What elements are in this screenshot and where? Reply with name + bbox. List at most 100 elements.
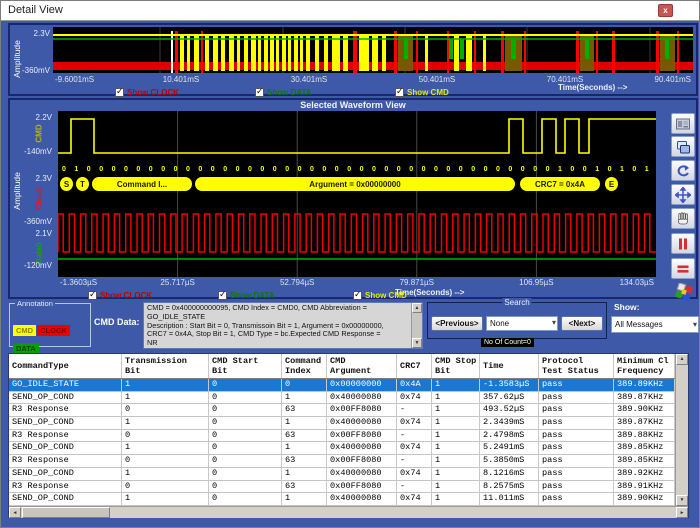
bit-label: 1: [595, 166, 599, 173]
pause-cursors-button[interactable]: [671, 233, 695, 254]
signal-pulse: [229, 35, 234, 71]
table-cell: 0: [282, 379, 327, 391]
header-cell[interactable]: CommandIndex: [282, 354, 327, 378]
legend-swatch-clock: CLOCK: [37, 325, 70, 336]
header-line2: Frequency: [617, 366, 674, 376]
selected-waveform-plot[interactable]: 0100000000000000000000000000000000000000…: [58, 111, 656, 277]
table-cell: 0: [209, 379, 282, 391]
bit-label: 0: [186, 166, 190, 173]
pan-hand-button[interactable]: [671, 208, 695, 229]
scroll-down-button[interactable]: ▼: [412, 338, 422, 348]
table-row[interactable]: SEND_OP_COND1010x400000800x741357.62µSpa…: [9, 392, 675, 405]
scroll-right-button[interactable]: ►: [676, 507, 688, 518]
previous-button[interactable]: <Previous>: [431, 316, 483, 331]
header-cell[interactable]: CMDArgument: [327, 354, 397, 378]
table-row[interactable]: SEND_OP_COND1010x400000800x7415.2491mSpa…: [9, 442, 675, 455]
table-cell: 0: [209, 404, 282, 416]
table-row[interactable]: R3 Response00630x00FF8080-1493.52µSpass3…: [9, 404, 675, 417]
table-cell: 389.89KHz: [614, 379, 675, 391]
cmd-data-scrollbar[interactable]: ▲ ▼: [411, 303, 422, 348]
table-cell: 1: [122, 392, 209, 404]
bit-label: 0: [608, 166, 612, 173]
table-cell: 1: [122, 468, 209, 480]
checkbox-box[interactable]: ✓: [255, 88, 264, 97]
scroll-up-button[interactable]: ▲: [676, 354, 688, 365]
header-cell[interactable]: Minimum ClFrequency: [614, 354, 675, 378]
move-button[interactable]: [671, 184, 695, 205]
bit-label: 0: [298, 166, 302, 173]
table-cell: 389.88KHz: [614, 430, 675, 442]
table-row[interactable]: GO_IDLE_STATE1000x000000000x4A1-1.3583µS…: [9, 379, 675, 392]
signal-pulse: [306, 35, 310, 71]
search-filter-dropdown[interactable]: None ▾: [486, 316, 558, 331]
cmd-data-textbox[interactable]: CMD = 0x400000000095, CMD Index = CMD0, …: [143, 302, 423, 349]
close-button[interactable]: x: [658, 4, 673, 17]
header-cell[interactable]: CMD StartBit: [209, 354, 282, 378]
header-cell[interactable]: ProtocolTest Status: [539, 354, 614, 378]
header-cell[interactable]: CMD StopBit: [432, 354, 480, 378]
scroll-down-button[interactable]: ▼: [676, 495, 688, 506]
signal-pulse: [524, 31, 526, 73]
table-row[interactable]: R3 Response00630x00FF8080-15.3850mSpass3…: [9, 455, 675, 468]
header-cell[interactable]: Time: [480, 354, 539, 378]
horizontal-scrollbar[interactable]: ◄ ►: [9, 506, 688, 518]
checkbox-label: Show CMD: [365, 291, 407, 300]
signal-pulse: [332, 35, 340, 71]
signal-pulse: [596, 31, 598, 73]
header-line1: Time: [483, 361, 538, 371]
bit-label: 1: [558, 166, 562, 173]
signal-pulse: [483, 35, 486, 71]
table-row[interactable]: R3 Response00630x00FF8080-12.4798mSpass3…: [9, 430, 675, 443]
table-cell: 63: [282, 430, 327, 442]
show-messages-dropdown[interactable]: All Messages ▾: [611, 316, 699, 333]
table-cell: 0: [209, 430, 282, 442]
checkbox-box[interactable]: ✓: [218, 291, 227, 300]
bit-label: 1: [645, 166, 649, 173]
checkbox-box[interactable]: ✓: [88, 291, 97, 300]
header-cell[interactable]: TransmissionBit: [122, 354, 209, 378]
bit-label: 0: [236, 166, 240, 173]
table-row[interactable]: SEND_OP_COND1010x400000800x7418.1216mSpa…: [9, 468, 675, 481]
table-cell: 5.3850mS: [480, 455, 539, 467]
table-cell: pass: [539, 392, 614, 404]
bit-label: 0: [521, 166, 525, 173]
table-row[interactable]: R3 Response00630x00FF8080-18.2575mSpass3…: [9, 481, 675, 494]
bit-label: 0: [459, 166, 463, 173]
table-cell: pass: [539, 430, 614, 442]
signal-pulse: [276, 35, 279, 71]
checkbox-box[interactable]: ✓: [115, 88, 124, 97]
overview-waveform-plot[interactable]: [53, 27, 693, 73]
table-cell: 389.91KHz: [614, 481, 675, 493]
table-cell: 0: [122, 404, 209, 416]
table-cell: pass: [539, 493, 614, 505]
undo-button[interactable]: [671, 160, 695, 181]
table-cell: 0: [122, 481, 209, 493]
table-cell: R3 Response: [9, 481, 122, 493]
scrollbar-thumb[interactable]: [22, 507, 110, 518]
checkbox-box[interactable]: ✓: [353, 291, 362, 300]
table-cell: 0: [122, 430, 209, 442]
bit-label: 0: [484, 166, 488, 173]
table-cell: 1: [282, 493, 327, 505]
vertical-scrollbar[interactable]: ▲ ▼: [675, 354, 688, 506]
scroll-up-button[interactable]: ▲: [412, 303, 422, 313]
table-cell: 0x00FF8080: [327, 430, 397, 442]
table-row[interactable]: SEND_OP_COND1010x400000800x74111.011mSpa…: [9, 493, 675, 506]
export-image-button[interactable]: [671, 113, 695, 134]
table-row[interactable]: SEND_OP_COND1010x400000800x7412.3439mSpa…: [9, 417, 675, 430]
checkbox-label: Show DATA: [267, 88, 312, 97]
table-cell: 1: [282, 442, 327, 454]
cascade-zoom-button[interactable]: [671, 136, 695, 157]
table-cell: -1.3583µS: [480, 379, 539, 391]
checkbox-box[interactable]: ✓: [395, 88, 404, 97]
signal-pulse: [474, 31, 476, 73]
horizontal-cursors-button[interactable]: [671, 258, 695, 279]
table-cell: 0x74: [397, 392, 432, 404]
time-tick-label: 79.871µS: [372, 278, 462, 287]
header-cell[interactable]: CommandType: [9, 354, 122, 378]
header-cell[interactable]: CRC7: [397, 354, 432, 378]
next-button[interactable]: <Next>: [561, 316, 603, 331]
table-cell: 1: [432, 481, 480, 493]
scroll-left-button[interactable]: ◄: [9, 507, 21, 518]
pan-hand-icon: [675, 211, 691, 227]
